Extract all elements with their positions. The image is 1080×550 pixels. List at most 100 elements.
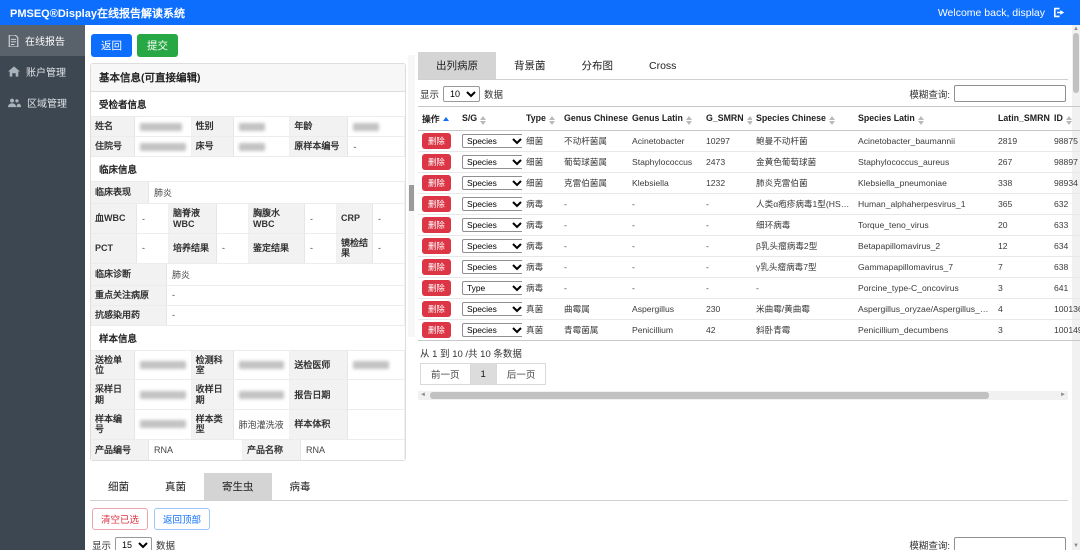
column-header[interactable]: Species Chinese: [752, 107, 854, 131]
field-value[interactable]: -: [217, 234, 249, 263]
column-header[interactable]: G_SMRN: [702, 107, 752, 131]
scroll-down-arrow-icon[interactable]: ▼: [1072, 542, 1080, 550]
field-label: 临床表现: [91, 182, 149, 203]
tab-fungi[interactable]: 真菌: [147, 473, 204, 500]
sidebar-item-online-report[interactable]: 在线报告: [0, 25, 85, 56]
sg-select[interactable]: Species: [462, 302, 522, 316]
field-value[interactable]: [348, 410, 405, 439]
latin-smrn-cell: 12: [994, 236, 1050, 257]
field-value[interactable]: 肺炎: [149, 182, 405, 203]
delete-button[interactable]: 删除: [422, 196, 451, 212]
field-value[interactable]: -: [348, 137, 405, 156]
field-value[interactable]: 肺炎: [167, 264, 405, 285]
tab-cross[interactable]: Cross: [631, 52, 694, 79]
fuzzy-search-input[interactable]: [954, 537, 1066, 550]
sg-select[interactable]: Species: [462, 155, 522, 169]
sidebar-item-region-management[interactable]: 区域管理: [0, 87, 85, 118]
column-header[interactable]: S/G: [458, 107, 522, 131]
field-value[interactable]: [234, 380, 291, 409]
sg-select[interactable]: Species: [462, 323, 522, 337]
field-label: 重点关注病原: [91, 286, 167, 305]
sg-select[interactable]: Species: [462, 176, 522, 190]
scroll-up-arrow-icon[interactable]: ▲: [1072, 25, 1080, 33]
sg-select[interactable]: Species: [462, 134, 522, 148]
delete-button[interactable]: 删除: [422, 280, 451, 296]
column-header[interactable]: Type: [522, 107, 560, 131]
tab-background-flora[interactable]: 背景菌: [496, 52, 564, 79]
delete-button[interactable]: 删除: [422, 154, 451, 170]
field-value[interactable]: RNA: [301, 440, 405, 460]
field-value[interactable]: -: [305, 204, 337, 233]
sg-select[interactable]: Species: [462, 239, 522, 253]
field-value[interactable]: -: [137, 204, 169, 233]
page-scrollbar-thumb[interactable]: [1073, 33, 1079, 93]
next-page-button[interactable]: 后一页: [497, 363, 547, 385]
field-value[interactable]: [217, 204, 249, 233]
field-value[interactable]: 肺泡灌洗液: [234, 410, 291, 439]
field-value[interactable]: [348, 380, 405, 409]
sg-cell: Species: [458, 152, 522, 173]
column-header[interactable]: 操作: [418, 107, 458, 131]
page-size-select[interactable]: 10: [443, 86, 480, 102]
field-value[interactable]: [348, 351, 405, 380]
field-value[interactable]: [135, 117, 192, 136]
column-header[interactable]: Latin_SMRN: [994, 107, 1050, 131]
prev-page-button[interactable]: 前一页: [420, 363, 471, 385]
delete-button[interactable]: 删除: [422, 322, 451, 338]
logout-icon[interactable]: [1053, 7, 1066, 18]
delete-button[interactable]: 删除: [422, 175, 451, 191]
basic-panel-scrollbar[interactable]: [408, 55, 415, 337]
field-value[interactable]: -: [373, 234, 405, 263]
back-button[interactable]: 返回: [91, 34, 132, 57]
scroll-right-arrow-icon[interactable]: ►: [1058, 391, 1068, 400]
field-value[interactable]: RNA: [149, 440, 243, 460]
tab-parasites[interactable]: 寄生虫: [204, 473, 272, 500]
sg-select[interactable]: Type: [462, 281, 522, 295]
column-header[interactable]: Species Latin: [854, 107, 994, 131]
field-value[interactable]: [234, 351, 291, 380]
page-size-select[interactable]: 15: [115, 537, 152, 550]
species-latin-cell: Betapapillomavirus_2: [854, 236, 994, 257]
field-value[interactable]: [234, 117, 291, 136]
clear-selected-button[interactable]: 清空已选: [92, 508, 148, 530]
scroll-left-arrow-icon[interactable]: ◄: [418, 391, 428, 400]
field-value[interactable]: [135, 351, 192, 380]
tab-distribution[interactable]: 分布图: [564, 52, 632, 79]
field-value[interactable]: -: [373, 204, 405, 233]
sg-select[interactable]: Species: [462, 260, 522, 274]
tab-listed-pathogens[interactable]: 出列病原: [418, 52, 496, 79]
back-to-top-button[interactable]: 返回顶部: [154, 508, 210, 530]
tab-viruses[interactable]: 病毒: [272, 473, 329, 500]
field-value[interactable]: -: [305, 234, 337, 263]
sg-select[interactable]: Species: [462, 197, 522, 211]
pathogen-table-header-row: 操作 S/G Type Genus Chinese Genus Latin G_…: [418, 107, 1080, 131]
hscrollbar-thumb[interactable]: [430, 392, 989, 399]
sg-cell: Species: [458, 215, 522, 236]
basic-panel-scrollbar-thumb[interactable]: [409, 185, 414, 211]
pathogen-table-hscrollbar[interactable]: ◄ ►: [418, 391, 1068, 400]
field-value[interactable]: -: [167, 286, 405, 305]
column-header[interactable]: Genus Chinese: [560, 107, 628, 131]
tab-bacteria[interactable]: 细菌: [90, 473, 147, 500]
column-header[interactable]: Genus Latin: [628, 107, 702, 131]
field-value[interactable]: [348, 117, 405, 136]
field-value[interactable]: [234, 137, 291, 156]
field-value[interactable]: [135, 410, 192, 439]
field-value[interactable]: [135, 137, 192, 156]
pathogen-table-row: 删除Type病毒----Porcine_type-C_oncovirus3641: [418, 278, 1080, 299]
page-number-button[interactable]: 1: [471, 363, 497, 385]
delete-button[interactable]: 删除: [422, 217, 451, 233]
field-value[interactable]: [135, 380, 192, 409]
delete-button[interactable]: 删除: [422, 259, 451, 275]
delete-button[interactable]: 删除: [422, 133, 451, 149]
field-value[interactable]: -: [167, 306, 405, 325]
delete-button[interactable]: 删除: [422, 301, 451, 317]
delete-button[interactable]: 删除: [422, 238, 451, 254]
sidebar-item-account-management[interactable]: 账户管理: [0, 56, 85, 87]
field-value[interactable]: -: [137, 234, 169, 263]
submit-button[interactable]: 提交: [137, 34, 178, 57]
sg-select[interactable]: Species: [462, 218, 522, 232]
column-header[interactable]: ID: [1050, 107, 1080, 131]
welcome-area: Welcome back, display: [938, 7, 1066, 19]
fuzzy-search-input[interactable]: [954, 85, 1066, 102]
